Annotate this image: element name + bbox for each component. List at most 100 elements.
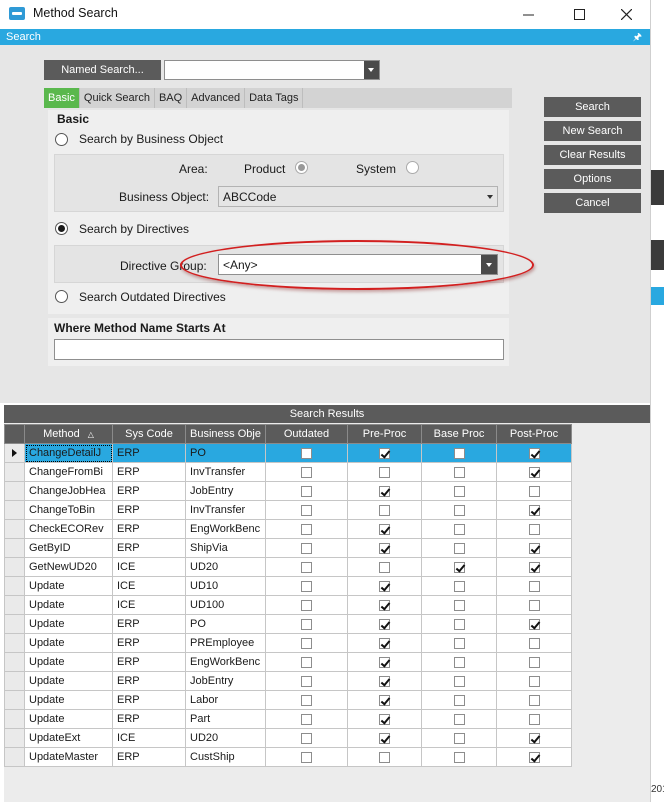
pre-proc-checkbox[interactable] bbox=[379, 599, 390, 611]
cell-sys-code[interactable]: ERP bbox=[112, 614, 186, 634]
row-selector[interactable] bbox=[4, 500, 25, 520]
search-button[interactable]: Search bbox=[544, 97, 641, 117]
post-proc-checkbox[interactable] bbox=[528, 732, 540, 744]
pre-proc-checkbox[interactable] bbox=[379, 618, 390, 630]
outdated-checkbox[interactable] bbox=[301, 751, 312, 763]
cell-method[interactable]: CheckECORev bbox=[24, 519, 113, 539]
cell-sys-code[interactable]: ERP bbox=[112, 443, 186, 463]
base-proc-checkbox[interactable] bbox=[453, 447, 465, 459]
pre-proc-checkbox[interactable] bbox=[379, 713, 390, 725]
pin-icon[interactable]: 🖈 bbox=[633, 30, 642, 46]
row-selector[interactable] bbox=[4, 576, 25, 596]
cell-method[interactable]: Update bbox=[24, 671, 113, 691]
chevron-down-icon[interactable] bbox=[364, 61, 379, 79]
cell-sys-code[interactable]: ERP bbox=[112, 519, 186, 539]
pre-proc-checkbox[interactable] bbox=[379, 561, 390, 573]
cell-business-object[interactable]: InvTransfer bbox=[185, 500, 266, 520]
post-proc-checkbox[interactable] bbox=[528, 694, 540, 706]
row-selector[interactable] bbox=[4, 747, 25, 767]
tab-basic[interactable]: Basic bbox=[44, 88, 80, 108]
table-row[interactable]: Update ICE UD100 bbox=[4, 595, 572, 615]
business-object-dropdown[interactable]: ABCCode bbox=[218, 186, 498, 207]
post-proc-checkbox[interactable] bbox=[528, 580, 540, 592]
base-proc-checkbox[interactable] bbox=[453, 599, 465, 611]
base-proc-checkbox[interactable] bbox=[453, 523, 465, 535]
column-header-method[interactable]: Method △ bbox=[24, 424, 113, 444]
cell-business-object[interactable]: PREmployee bbox=[185, 633, 266, 653]
pre-proc-checkbox[interactable] bbox=[379, 466, 390, 478]
cell-sys-code[interactable]: ERP bbox=[112, 747, 186, 767]
outdated-checkbox[interactable] bbox=[301, 713, 312, 725]
outdated-checkbox[interactable] bbox=[301, 504, 312, 516]
row-selector[interactable] bbox=[4, 690, 25, 710]
cell-business-object[interactable]: JobEntry bbox=[185, 481, 266, 501]
row-selector[interactable] bbox=[4, 462, 25, 482]
chevron-down-icon[interactable] bbox=[481, 255, 497, 274]
cell-method[interactable]: Update bbox=[24, 614, 113, 634]
post-proc-checkbox[interactable] bbox=[528, 561, 540, 573]
pre-proc-checkbox[interactable] bbox=[379, 523, 390, 535]
method-name-input[interactable] bbox=[54, 339, 504, 360]
base-proc-checkbox[interactable] bbox=[453, 751, 465, 763]
cell-method[interactable]: Update bbox=[24, 652, 113, 672]
cell-method[interactable]: Update bbox=[24, 690, 113, 710]
outdated-checkbox[interactable] bbox=[301, 447, 312, 459]
base-proc-checkbox[interactable] bbox=[453, 504, 465, 516]
cell-method[interactable]: ChangeDetailJ bbox=[24, 443, 113, 463]
cell-sys-code[interactable]: ERP bbox=[112, 690, 186, 710]
cell-business-object[interactable]: UD100 bbox=[185, 595, 266, 615]
row-selector[interactable] bbox=[4, 557, 25, 577]
new-search-button[interactable]: New Search bbox=[544, 121, 641, 141]
outdated-checkbox[interactable] bbox=[301, 694, 312, 706]
post-proc-checkbox[interactable] bbox=[528, 618, 540, 630]
cell-sys-code[interactable]: ERP bbox=[112, 652, 186, 672]
base-proc-checkbox[interactable] bbox=[453, 618, 465, 630]
cell-method[interactable]: Update bbox=[24, 633, 113, 653]
post-proc-checkbox[interactable] bbox=[528, 523, 540, 535]
named-search-button[interactable]: Named Search... bbox=[44, 60, 161, 80]
outdated-checkbox[interactable] bbox=[301, 523, 312, 535]
outdated-checkbox[interactable] bbox=[301, 466, 312, 478]
base-proc-checkbox[interactable] bbox=[453, 732, 465, 744]
table-row[interactable]: UpdateExt ICE UD20 bbox=[4, 728, 572, 748]
cell-business-object[interactable]: ShipVia bbox=[185, 538, 266, 558]
base-proc-checkbox[interactable] bbox=[453, 656, 465, 668]
search-by-business-object-radio[interactable] bbox=[55, 133, 68, 146]
table-row[interactable]: Update ERP JobEntry bbox=[4, 671, 572, 691]
cell-method[interactable]: Update bbox=[24, 595, 113, 615]
post-proc-checkbox[interactable] bbox=[528, 713, 540, 725]
maximize-button[interactable] bbox=[556, 0, 602, 28]
cell-business-object[interactable]: UD10 bbox=[185, 576, 266, 596]
table-row[interactable]: UpdateMaster ERP CustShip bbox=[4, 747, 572, 767]
cell-sys-code[interactable]: ERP bbox=[112, 500, 186, 520]
row-selector[interactable] bbox=[4, 671, 25, 691]
options-button[interactable]: Options bbox=[544, 169, 641, 189]
cell-sys-code[interactable]: ICE bbox=[112, 576, 186, 596]
pre-proc-checkbox[interactable] bbox=[379, 542, 390, 554]
cell-method[interactable]: GetByID bbox=[24, 538, 113, 558]
cell-method[interactable]: ChangeToBin bbox=[24, 500, 113, 520]
cell-sys-code[interactable]: ICE bbox=[112, 557, 186, 577]
table-row[interactable]: ChangeDetailJ ERP PO bbox=[4, 443, 572, 463]
base-proc-checkbox[interactable] bbox=[453, 713, 465, 725]
table-row[interactable]: Update ERP PO bbox=[4, 614, 572, 634]
row-selector[interactable] bbox=[4, 633, 25, 653]
tab-quick-search[interactable]: Quick Search bbox=[80, 88, 155, 108]
base-proc-checkbox[interactable] bbox=[453, 580, 465, 592]
post-proc-checkbox[interactable] bbox=[528, 751, 540, 763]
minimize-button[interactable] bbox=[505, 0, 551, 28]
cell-sys-code[interactable]: ERP bbox=[112, 481, 186, 501]
pre-proc-checkbox[interactable] bbox=[379, 732, 390, 744]
table-row[interactable]: CheckECORev ERP EngWorkBenc bbox=[4, 519, 572, 539]
outdated-checkbox[interactable] bbox=[301, 675, 312, 687]
cell-sys-code[interactable]: ERP bbox=[112, 633, 186, 653]
cell-method[interactable]: ChangeFromBi bbox=[24, 462, 113, 482]
base-proc-checkbox[interactable] bbox=[453, 466, 465, 478]
base-proc-checkbox[interactable] bbox=[453, 694, 465, 706]
cell-method[interactable]: UpdateExt bbox=[24, 728, 113, 748]
cell-method[interactable]: Update bbox=[24, 576, 113, 596]
cell-business-object[interactable]: Labor bbox=[185, 690, 266, 710]
table-row[interactable]: GetNewUD20 ICE UD20 bbox=[4, 557, 572, 577]
cell-business-object[interactable]: PO bbox=[185, 443, 266, 463]
table-row[interactable]: Update ERP EngWorkBenc bbox=[4, 652, 572, 672]
